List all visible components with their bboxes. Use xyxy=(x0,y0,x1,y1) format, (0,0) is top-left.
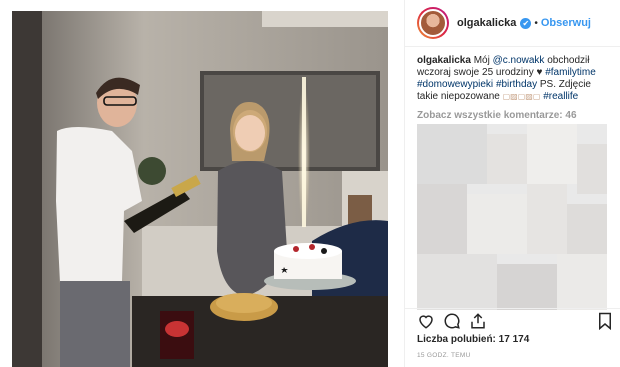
follow-button[interactable]: Obserwuj xyxy=(541,17,591,29)
post-header: olgakalicka ✔ • Obserwuj xyxy=(417,6,620,40)
action-bar xyxy=(417,312,613,330)
header-username[interactable]: olgakalicka xyxy=(457,17,516,29)
post-timestamp[interactable]: 15 GODZ. TEMU xyxy=(417,352,471,359)
separator-dot: • xyxy=(534,17,538,29)
avatar[interactable] xyxy=(417,7,449,39)
mention-link[interactable]: @c.nowakk xyxy=(493,55,545,66)
likes-count[interactable]: Liczba polubień: 17 174 xyxy=(417,334,529,345)
hashtag-link[interactable]: #domowewypieki xyxy=(417,79,493,90)
view-all-comments-link[interactable]: Zobacz wszystkie komentarze: 46 xyxy=(417,110,577,121)
avatar-image xyxy=(419,9,447,37)
emoji-glyphs: ▢▨▢▨▢ xyxy=(502,92,541,101)
caption-username[interactable]: olgakalicka xyxy=(417,55,471,66)
bookmark-icon[interactable] xyxy=(597,312,613,330)
hashtag-link[interactable]: #reallife xyxy=(543,91,578,102)
hashtag-link[interactable]: #familytime xyxy=(545,67,596,78)
heart-icon[interactable] xyxy=(417,312,435,330)
share-icon[interactable] xyxy=(469,312,487,330)
caption-text: Mój xyxy=(470,55,493,66)
post-photo[interactable] xyxy=(12,11,388,367)
post-sidebar: olgakalicka ✔ • Obserwuj olgakalicka Mój… xyxy=(404,0,620,367)
post-caption: olgakalicka Mój @c.nowakk obchodził wczo… xyxy=(417,55,613,103)
comment-icon[interactable] xyxy=(443,312,461,330)
blurred-comments xyxy=(417,124,607,310)
actions-divider xyxy=(405,308,620,309)
hashtag-link[interactable]: #birthday xyxy=(496,79,537,90)
post-image xyxy=(12,11,388,367)
header-divider xyxy=(405,46,620,47)
verified-icon: ✔ xyxy=(520,17,532,29)
